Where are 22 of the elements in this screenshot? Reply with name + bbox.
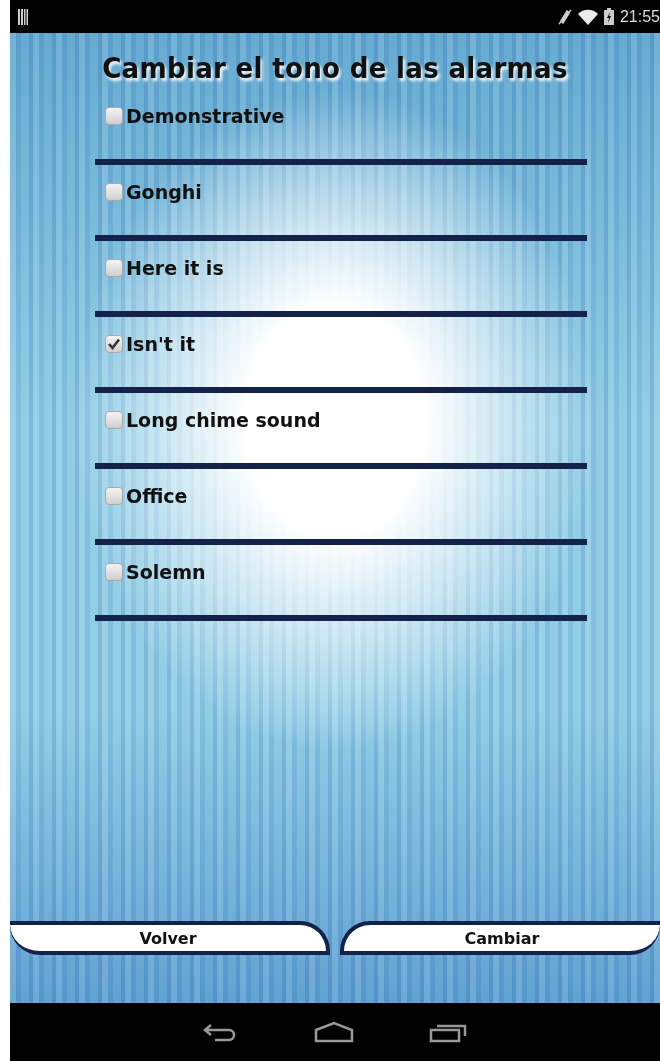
checkbox[interactable] (105, 563, 123, 581)
checkbox[interactable] (105, 183, 123, 201)
tone-option[interactable]: Isn't it (105, 333, 195, 355)
home-icon[interactable] (314, 1021, 354, 1043)
page-title: Cambiar el tono de las alarmas (101, 51, 569, 85)
status-time: 21:55 (619, 7, 660, 26)
tone-option[interactable]: Here it is (105, 257, 224, 279)
checkbox[interactable] (105, 411, 123, 429)
checkbox[interactable] (105, 487, 123, 505)
change-button[interactable]: Cambiar (340, 921, 660, 955)
tone-option[interactable]: Gonghi (105, 181, 202, 203)
checkbox[interactable] (105, 259, 123, 277)
tone-option[interactable]: Office (105, 485, 188, 507)
back-button[interactable]: Volver (10, 921, 330, 955)
tone-option[interactable]: Long chime sound (105, 409, 321, 431)
tone-option[interactable]: Demonstrative (105, 105, 285, 127)
barcode-icon (18, 8, 28, 25)
battery-icon (603, 8, 614, 25)
tone-option[interactable]: Solemn (105, 561, 206, 583)
checkbox[interactable] (105, 107, 123, 125)
wifi-icon (577, 8, 598, 25)
checkbox[interactable] (105, 335, 123, 353)
